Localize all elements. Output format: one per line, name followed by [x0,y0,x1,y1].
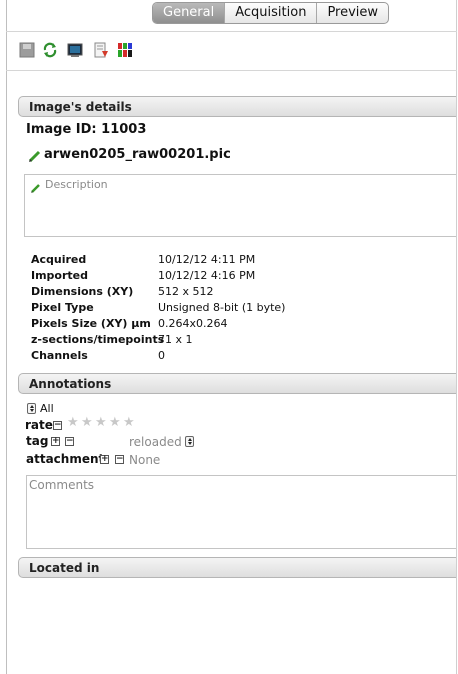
rating-star-icon[interactable]: ★ [109,416,121,430]
filter-spinner-icon[interactable] [27,403,36,414]
pixel-type-value: Unsigned 8-bit (1 byte) [158,301,286,314]
tag-value[interactable]: reloaded [129,435,182,449]
download-icon[interactable] [93,42,109,58]
channels-value: 0 [158,349,165,362]
rating-star-icon[interactable]: ★ [95,416,107,430]
attachment-label: attachment [26,452,105,466]
pixel-size-value: 0.264x0.264 [158,317,228,330]
attachment-value: None [129,453,161,467]
filter-all-label[interactable]: All [40,402,54,415]
panel-left-border [6,0,7,674]
rating-star-icon[interactable]: ★ [123,416,135,430]
tag-remove-icon[interactable]: − [65,437,74,446]
z-sections-label: z-sections/timepoints [31,333,165,346]
annotations-title: Annotations [29,377,112,391]
refresh-icon[interactable] [42,42,58,58]
imported-value: 10/12/12 4:16 PM [158,269,256,282]
toolbar-divider [6,70,457,71]
comments-field[interactable]: Comments [26,475,456,549]
acquired-value: 10/12/12 4:11 PM [158,253,256,266]
rating-star-icon[interactable]: ★ [81,416,93,430]
image-filename[interactable]: arwen0205_raw00201.pic [44,147,231,162]
tab-divider [6,31,457,32]
attachment-remove-icon[interactable]: − [115,455,124,464]
imported-label: Imported [31,269,89,282]
pixel-size-label: Pixels Size (XY) µm [31,317,151,330]
dimensions-label: Dimensions (XY) [31,285,134,298]
pixel-type-label: Pixel Type [31,301,94,314]
tag-add-icon[interactable]: + [51,437,60,446]
channels-label: Channels [31,349,88,362]
tab-bar: General Acquisition Preview [152,2,390,24]
viewer-icon[interactable] [67,42,83,58]
located-in-header[interactable]: Located in [18,557,456,578]
panel-right-border [456,0,457,674]
rate-label: rate [25,418,53,432]
comments-placeholder: Comments [29,478,95,492]
located-in-title: Located in [29,561,100,575]
image-details-title: Image's details [29,100,132,114]
tag-label: tag [26,434,49,448]
dimensions-value: 512 x 512 [158,285,214,298]
annotations-header[interactable]: Annotations [18,373,456,394]
save-icon[interactable] [19,42,35,58]
tag-spinner-icon[interactable] [185,436,194,447]
tab-acquisition[interactable]: Acquisition [225,3,318,23]
tab-preview[interactable]: Preview [317,3,388,23]
image-id: Image ID: 11003 [26,122,147,137]
acquired-label: Acquired [31,253,87,266]
attachment-add-icon[interactable]: + [100,455,109,464]
rating-star-icon[interactable]: ★ [67,416,79,430]
description-placeholder: Description [45,178,108,191]
z-sections-value: 71 x 1 [158,333,193,346]
image-details-header[interactable]: Image's details [18,96,456,117]
edit-pencil-icon[interactable] [28,148,41,163]
channels-icon[interactable] [117,42,133,58]
tab-general[interactable]: General [153,3,226,23]
description-field[interactable]: Description [24,174,456,237]
description-pencil-icon [30,179,41,193]
rate-remove-icon[interactable]: − [53,421,62,430]
